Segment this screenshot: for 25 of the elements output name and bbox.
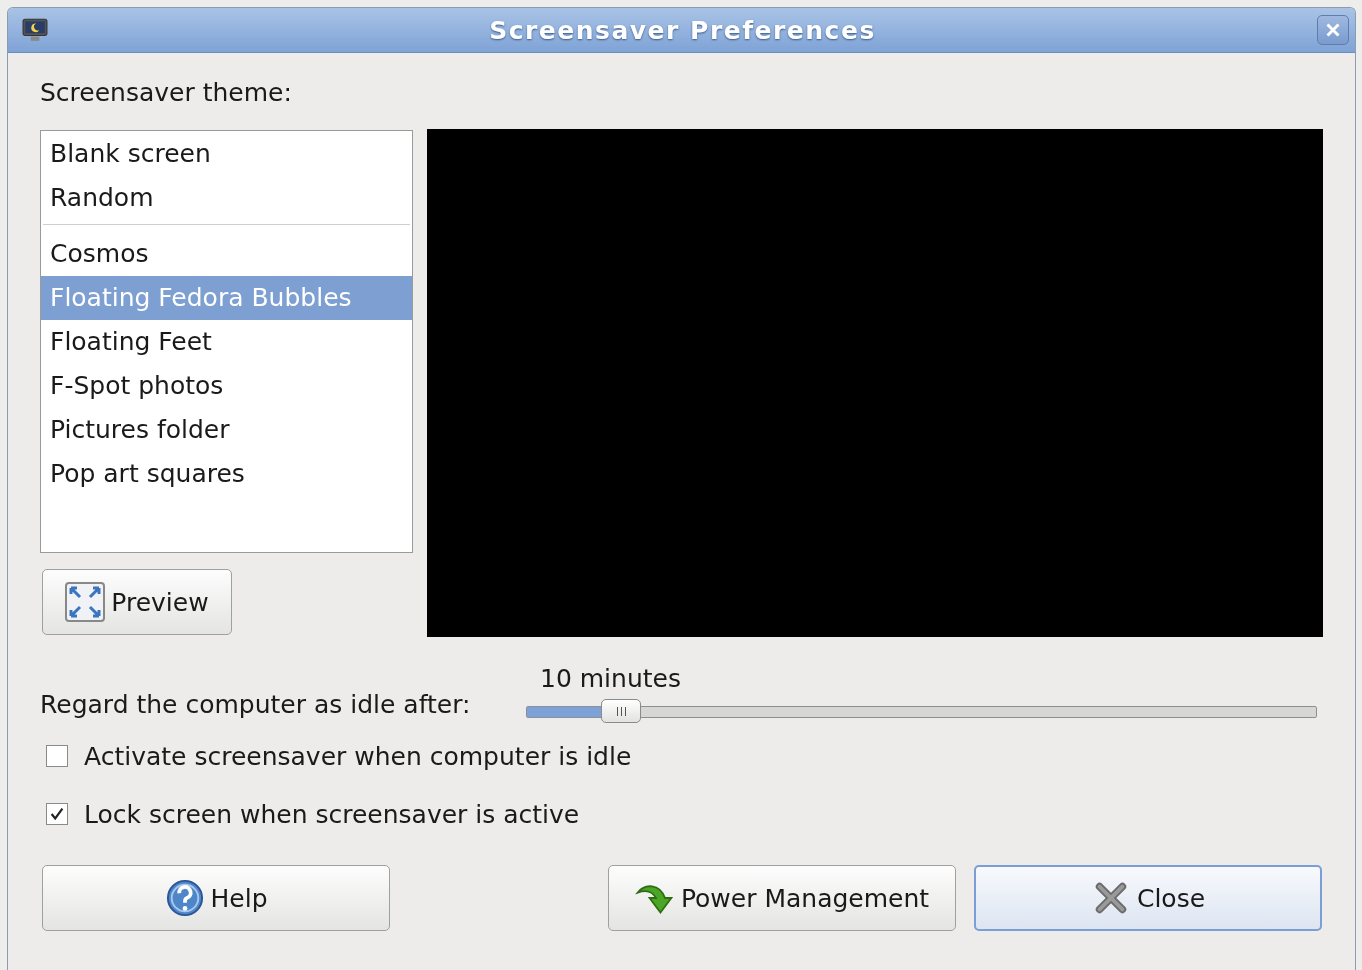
checkbox[interactable] [46, 803, 68, 825]
help-icon [164, 879, 205, 917]
theme-item[interactable]: Pictures folder [41, 408, 412, 452]
checkbox-label: Activate screensaver when computer is idle [84, 741, 632, 771]
close-button[interactable] [1317, 15, 1349, 45]
window-title: Screensaver Preferences [488, 15, 877, 45]
theme-label: Screensaver theme: [40, 77, 293, 109]
preview-button[interactable]: Preview [42, 569, 232, 635]
theme-item[interactable]: Blank screen [41, 132, 412, 176]
fullscreen-icon [65, 582, 106, 622]
power-management-button[interactable]: Power Management [608, 865, 956, 931]
help-button[interactable]: Help [42, 865, 390, 931]
theme-item[interactable]: Floating Feet [41, 320, 412, 364]
slider-thumb[interactable] [601, 699, 642, 723]
close-dialog-button[interactable]: Close [974, 865, 1322, 931]
theme-item[interactable]: F-Spot photos [41, 364, 412, 408]
checkbox-label: Lock screen when screensaver is active [84, 799, 580, 829]
idle-slider[interactable] [526, 699, 1317, 725]
monitor-icon [22, 18, 48, 42]
theme-item[interactable]: Cosmos [41, 232, 412, 276]
theme-item[interactable]: Random [41, 176, 412, 220]
theme-item[interactable]: Pop art squares [41, 452, 412, 496]
checkbox[interactable] [46, 745, 68, 767]
idle-label: Regard the computer as idle after: [40, 689, 472, 721]
idle-time-value: 10 minutes [539, 663, 682, 695]
